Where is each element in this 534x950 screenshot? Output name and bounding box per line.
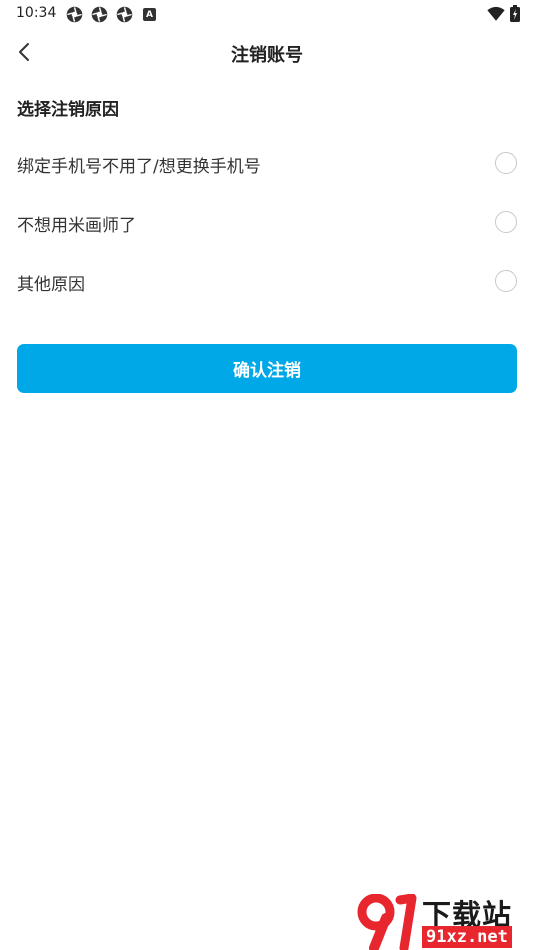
aperture-icon (116, 6, 133, 23)
page-title: 注销账号 (231, 45, 303, 66)
radio-button[interactable] (495, 211, 517, 233)
reason-option-other[interactable]: 其他原因 (0, 257, 534, 307)
status-time: 10:34 (16, 5, 57, 21)
wifi-icon (487, 6, 505, 21)
reason-option-change-phone[interactable]: 绑定手机号不用了/想更换手机号 (0, 139, 534, 189)
watermark-url: 91xz.net (422, 926, 512, 948)
status-bar: 10:34 A (0, 0, 534, 28)
confirm-deactivate-button[interactable]: 确认注销 (17, 344, 517, 393)
system-icons (487, 5, 520, 22)
a-box-icon: A (143, 8, 156, 21)
aperture-icon (91, 6, 108, 23)
radio-button[interactable] (495, 152, 517, 174)
watermark: 下载站 91xz.net (356, 892, 528, 950)
watermark-logo-icon (357, 894, 417, 950)
navigation-bar: 注销账号 (0, 30, 534, 74)
reason-label: 不想用米画师了 (17, 216, 136, 236)
radio-button[interactable] (495, 270, 517, 292)
reason-option-stop-using[interactable]: 不想用米画师了 (0, 198, 534, 248)
battery-icon (510, 5, 520, 22)
reason-label: 其他原因 (17, 275, 85, 295)
notification-icons: A (66, 6, 156, 23)
section-title: 选择注销原因 (17, 100, 119, 120)
aperture-icon (66, 6, 83, 23)
reason-label: 绑定手机号不用了/想更换手机号 (17, 157, 261, 177)
